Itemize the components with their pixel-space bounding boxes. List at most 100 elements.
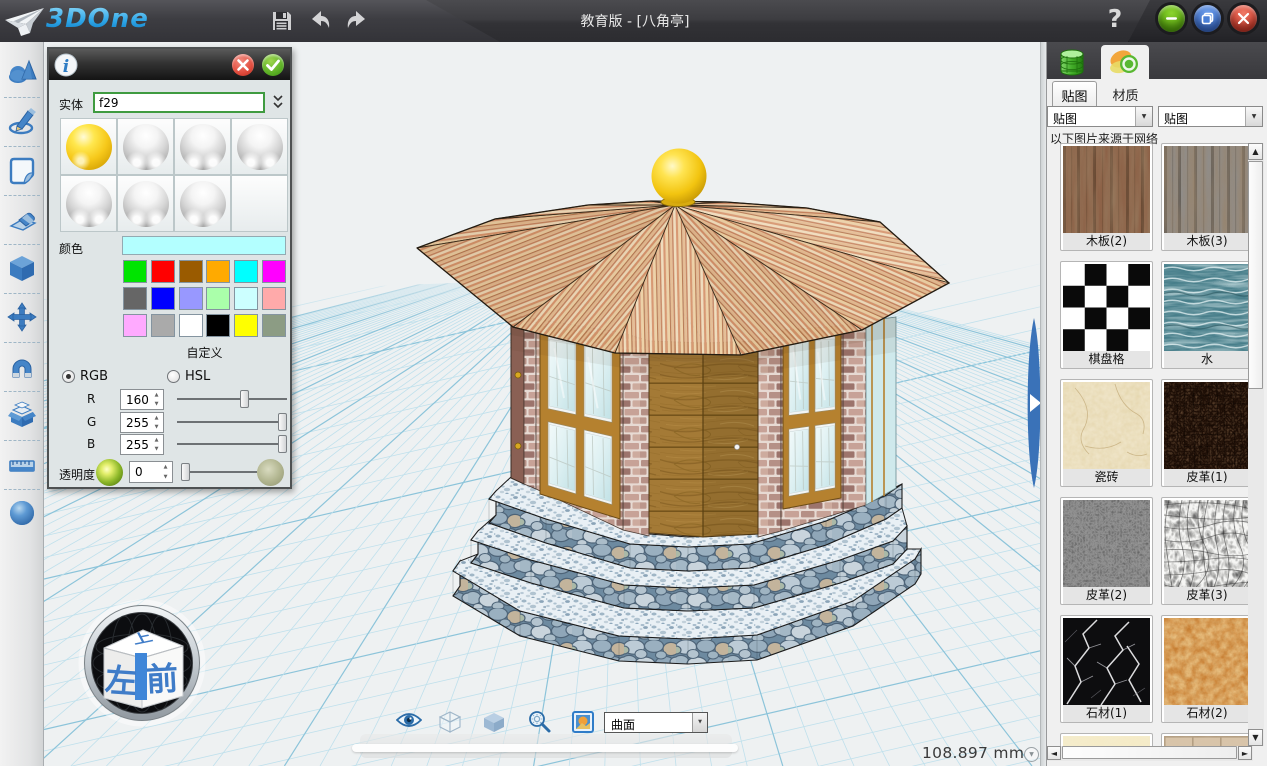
display-mode-combo[interactable]: 曲面 ▼ [604, 712, 708, 733]
zoom-button[interactable] [526, 710, 552, 738]
texture-category-combo-2[interactable]: 贴图 ▼ [1158, 106, 1263, 127]
texture-item[interactable]: 瓷砖 [1060, 379, 1153, 487]
tool-material-sphere[interactable] [7, 498, 37, 528]
palette-color[interactable] [262, 260, 286, 283]
texture-thumbnail-checker[interactable] [1063, 264, 1150, 351]
texture-thumbnail-leather-gray[interactable] [1063, 500, 1150, 587]
texture-thumbnail-leather-dark[interactable] [1164, 382, 1251, 469]
palette-color[interactable] [206, 260, 230, 283]
transparency-slider-thumb[interactable] [181, 463, 190, 481]
texture-item[interactable]: 棋盘格 [1060, 261, 1153, 369]
palette-color[interactable] [206, 314, 230, 337]
palette-color[interactable] [179, 260, 203, 283]
horizontal-scroll-thumb[interactable] [1062, 746, 1237, 759]
redo-button[interactable] [342, 6, 372, 36]
tab-material[interactable]: 材质 [1103, 85, 1148, 106]
texture-item[interactable]: 木板(3) [1161, 143, 1254, 251]
texture-item[interactable]: 木板(2) [1060, 143, 1153, 251]
palette-color[interactable] [262, 287, 286, 310]
texture-item[interactable]: 皮革(3) [1161, 497, 1254, 605]
channel-B-slider-thumb[interactable] [278, 435, 287, 453]
texture-item[interactable]: 水 [1161, 261, 1254, 369]
current-color-swatch[interactable] [122, 236, 286, 255]
entity-input[interactable] [93, 92, 265, 113]
tool-surface[interactable] [7, 155, 37, 185]
render-image-button[interactable] [572, 711, 594, 737]
save-button[interactable] [267, 6, 297, 36]
combo-1-dropdown-arrow[interactable]: ▼ [1135, 107, 1152, 126]
texture-item[interactable] [1060, 733, 1153, 746]
channel-R-spinner[interactable]: 160▲▼ [120, 389, 164, 410]
expand-chevrons-icon[interactable] [271, 93, 285, 111]
view-cube[interactable]: 左前上 [81, 602, 203, 724]
display-mode-dropdown-arrow[interactable]: ▼ [692, 713, 707, 732]
undo-button[interactable] [305, 6, 335, 36]
spin-up-icon[interactable]: ▲ [161, 464, 170, 470]
transparency-spinner[interactable]: 0▲▼ [129, 461, 173, 483]
tool-magnet[interactable] [7, 351, 37, 381]
material-preset-silver[interactable] [174, 118, 231, 175]
view-cube-front-label[interactable]: 前 [145, 659, 179, 699]
material-preset-silver[interactable] [60, 175, 117, 232]
texture-item[interactable]: 皮革(2) [1060, 497, 1153, 605]
material-preset-empty[interactable] [231, 175, 288, 232]
palette-color[interactable] [179, 314, 203, 337]
channel-G-slider-thumb[interactable] [278, 413, 287, 431]
material-preset-silver[interactable] [174, 175, 231, 232]
pavilion-model[interactable] [417, 149, 949, 665]
tool-measure[interactable] [7, 449, 37, 479]
tool-feature[interactable] [7, 253, 37, 283]
palette-color[interactable] [262, 314, 286, 337]
wireframe-mode-button[interactable] [438, 710, 462, 738]
spin-down-icon[interactable]: ▼ [152, 401, 161, 407]
tool-assembly[interactable] [7, 400, 37, 430]
texture-thumbnail-marble-black[interactable] [1063, 618, 1150, 705]
library-tab[interactable] [1057, 46, 1087, 76]
palette-color[interactable] [234, 314, 258, 337]
channel-B-spinner[interactable]: 255▲▼ [120, 434, 164, 455]
rgb-radio-label[interactable]: RGB [80, 369, 108, 384]
spin-up-icon[interactable]: ▲ [152, 415, 161, 421]
palette-color[interactable] [206, 287, 230, 310]
hsl-radio-label[interactable]: HSL [185, 369, 210, 384]
tool-eraser[interactable] [7, 204, 37, 234]
texture-item[interactable]: 石材(2) [1161, 615, 1254, 723]
help-button[interactable]: ? [1100, 4, 1130, 38]
tool-move[interactable] [7, 302, 37, 332]
channel-G-slider[interactable] [177, 421, 287, 423]
channel-R-slider-thumb[interactable] [240, 390, 249, 408]
texture-item[interactable] [1161, 733, 1254, 746]
texture-thumbnail-marble-cream[interactable] [1063, 736, 1150, 746]
tab-texture[interactable]: 贴图 [1052, 81, 1097, 106]
texture-thumbnail-wood-brown[interactable] [1063, 146, 1150, 233]
tool-sketch[interactable] [7, 106, 37, 136]
dialog-cancel-button[interactable] [232, 54, 254, 76]
material-preset-gold[interactable] [60, 118, 117, 175]
tool-primitives[interactable] [7, 57, 37, 87]
palette-color[interactable] [234, 287, 258, 310]
scroll-right-button[interactable]: ► [1238, 746, 1252, 760]
close-button[interactable] [1230, 5, 1257, 32]
spin-up-icon[interactable]: ▲ [152, 437, 161, 443]
texture-item[interactable]: 石材(1) [1060, 615, 1153, 723]
material-preset-silver[interactable] [117, 175, 174, 232]
palette-color[interactable] [123, 260, 147, 283]
palette-color[interactable] [151, 260, 175, 283]
combo-2-dropdown-arrow[interactable]: ▼ [1245, 107, 1262, 126]
spin-up-icon[interactable]: ▲ [152, 392, 161, 398]
vertical-scroll-thumb[interactable] [1248, 161, 1263, 389]
material-preset-silver[interactable] [231, 118, 288, 175]
visibility-button[interactable] [396, 710, 422, 734]
texture-thumbnail-leather-white[interactable] [1164, 500, 1251, 587]
custom-color-label[interactable]: 自定义 [123, 344, 286, 361]
palette-color[interactable] [179, 287, 203, 310]
texture-item[interactable]: 皮革(1) [1161, 379, 1254, 487]
horizontal-scrollbar[interactable]: ◄ ► [1047, 746, 1253, 761]
texture-thumbnail-tile-cream[interactable] [1063, 382, 1150, 469]
spin-down-icon[interactable]: ▼ [152, 424, 161, 430]
texture-thumbnail-brick-beige[interactable] [1164, 736, 1251, 746]
scroll-left-button[interactable]: ◄ [1047, 746, 1061, 760]
shaded-mode-button[interactable] [482, 710, 506, 738]
spin-down-icon[interactable]: ▼ [161, 474, 170, 480]
view-cube-left-label[interactable]: 左 [104, 661, 139, 701]
